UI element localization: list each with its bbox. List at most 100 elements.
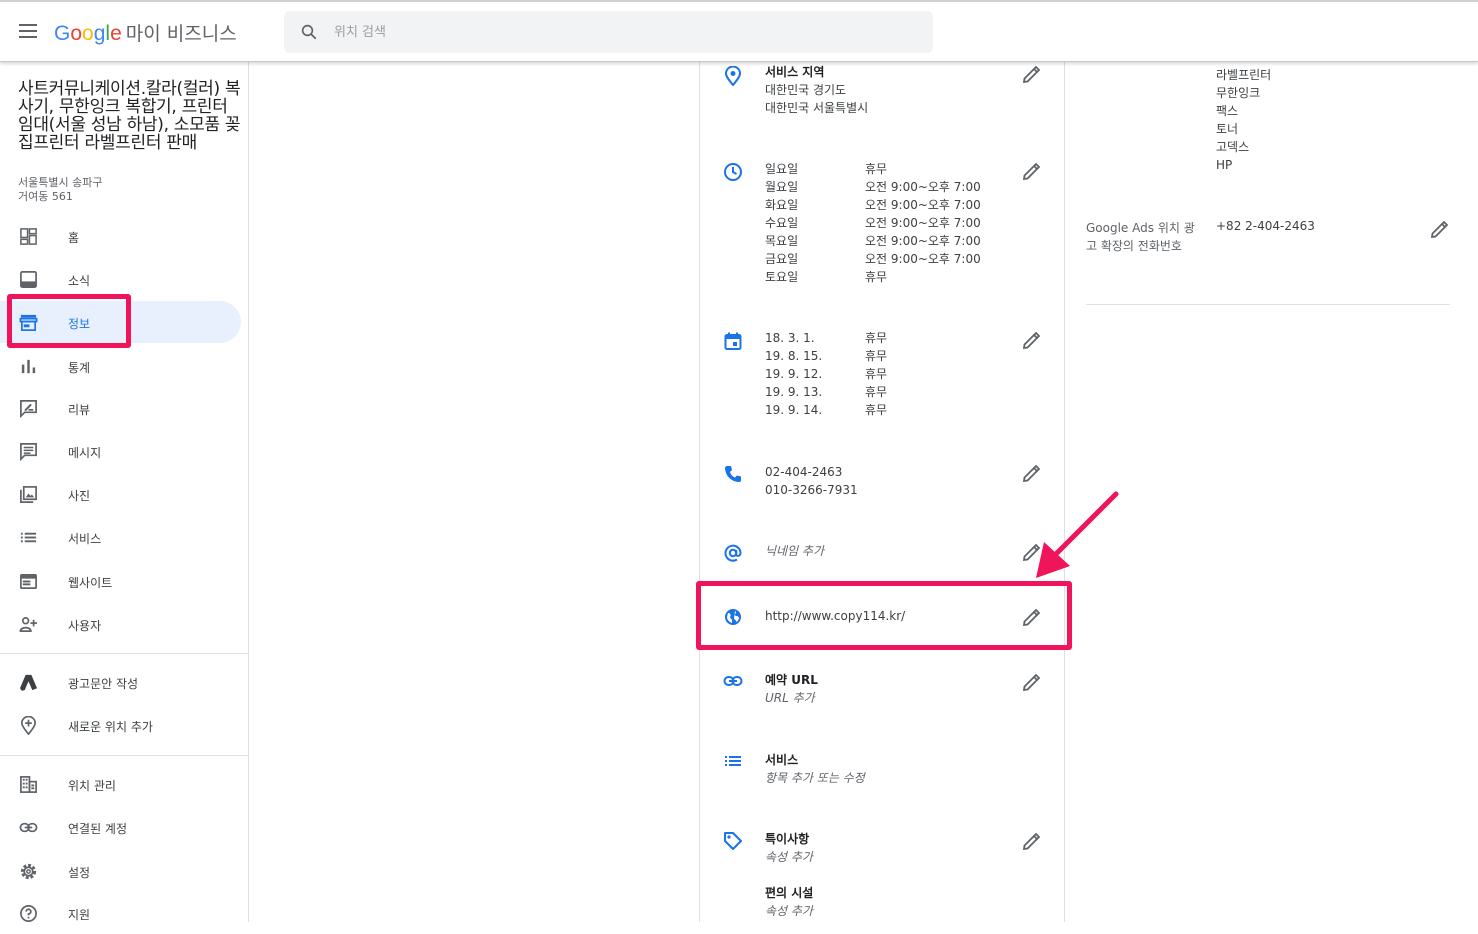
posts-icon	[20, 271, 37, 288]
sidebar-item-label: 메시지	[68, 446, 102, 460]
sidebar-item-label: 소식	[68, 274, 91, 288]
sidebar-item-label: 서비스	[68, 532, 102, 546]
product-item: 라벨프린터	[1216, 68, 1272, 82]
services-title: 서비스	[765, 753, 799, 767]
dashboard-icon	[20, 228, 37, 245]
search-input[interactable]	[334, 21, 894, 43]
sidebar-item-settings[interactable]: 설정	[0, 850, 241, 892]
calendar-icon	[724, 332, 742, 350]
attributes-title: 특이사항	[765, 832, 810, 846]
right-panel: 라벨프린터 무한잉크 팩스 토너 고덱스 HP Google Ads 위치 광고…	[1066, 62, 1478, 922]
sidebar-item-support[interactable]: 지원	[0, 892, 241, 934]
edit-icon[interactable]	[1021, 673, 1041, 693]
phone-icon	[725, 466, 741, 482]
amenities-title: 편의 시설	[765, 886, 814, 900]
booking-url-title: 예약 URL	[765, 673, 818, 687]
list-icon	[20, 532, 37, 543]
special-hours-entry: 19. 9. 13. 휴무	[765, 385, 888, 399]
sidebar-item-label: 위치 관리	[68, 779, 116, 793]
globe-icon	[725, 609, 741, 625]
hours-entry: 수요일 오전 9:00~오후 7:00	[765, 216, 981, 230]
special-hours-entry: 19. 9. 12. 휴무	[765, 367, 888, 381]
search-bar[interactable]	[284, 11, 933, 53]
edit-icon[interactable]	[1021, 832, 1041, 852]
sidebar-item-messages[interactable]: 메시지	[0, 430, 241, 472]
sidebar-item-users[interactable]: 사용자	[0, 603, 241, 645]
service-area-title: 서비스 지역	[765, 65, 825, 79]
edit-icon[interactable]	[1021, 331, 1041, 351]
sidebar-item-label: 설정	[68, 866, 91, 880]
brand-logo[interactable]: Google 마이 비즈니스	[54, 19, 237, 46]
hours-entry: 월요일 오전 9:00~오후 7:00	[765, 180, 981, 194]
building-icon	[20, 776, 37, 793]
sidebar-item-label: 지원	[68, 908, 91, 922]
photo-icon	[20, 486, 37, 503]
hours-entry: 목요일 오전 9:00~오후 7:00	[765, 234, 981, 248]
sidebar-item-label: 리뷰	[68, 403, 91, 417]
message-icon	[20, 443, 37, 461]
sidebar-item-photos[interactable]: 사진	[0, 473, 241, 515]
sidebar-item-reviews[interactable]: 리뷰	[0, 387, 241, 429]
sidebar-item-insights[interactable]: 통계	[0, 345, 241, 387]
edit-icon[interactable]	[1021, 65, 1041, 85]
phone-number: 02-404-2463	[765, 465, 843, 479]
business-address: 서울특별시 송파구 거여동 561	[18, 176, 103, 203]
product-item: 토너	[1216, 122, 1239, 136]
sidebar-item-services[interactable]: 서비스	[0, 516, 241, 558]
website-url[interactable]: http://www.copy114.kr/	[765, 607, 905, 625]
service-area-line: 대한민국 서울특별시	[765, 101, 869, 115]
sidebar-item-add-location[interactable]: 새로운 위치 추가	[0, 704, 241, 746]
section-divider	[1086, 304, 1450, 305]
special-hours-entry: 18. 3. 1. 휴무	[765, 331, 888, 345]
tag-icon	[724, 832, 742, 850]
info-panel: 서비스 지역 대한민국 경기도 대한민국 서울특별시 일요일 휴무 월요일 오전 9…	[699, 62, 1065, 922]
sidebar-item-posts[interactable]: 소식	[0, 258, 241, 300]
sidebar-item-label: 정보	[68, 317, 91, 331]
special-hours-entry: 19. 9. 14. 휴무	[765, 403, 888, 417]
edit-icon[interactable]	[1021, 464, 1041, 484]
service-area-line: 대한민국 경기도	[765, 83, 847, 97]
special-hours-entry: 19. 8. 15. 휴무	[765, 349, 888, 363]
special-hours-list: 18. 3. 1. 휴무 19. 8. 15. 휴무 19. 9. 12. 휴무 19…	[765, 329, 887, 419]
person-add-icon	[19, 616, 38, 633]
edit-icon[interactable]	[1429, 220, 1449, 240]
phone-number: 010-3266-7931	[765, 483, 858, 497]
list-icon	[725, 756, 741, 766]
add-location-icon	[20, 716, 37, 735]
at-sign-icon	[724, 544, 742, 562]
hours-entry: 일요일 휴무	[765, 162, 888, 176]
product-item: HP	[1216, 158, 1233, 172]
link-icon	[19, 822, 38, 833]
sidebar-item-info[interactable]: 정보	[0, 301, 241, 343]
sidebar-divider	[0, 755, 248, 756]
product-name: 마이 비즈니스	[125, 23, 237, 45]
sidebar-item-label: 연결된 계정	[68, 822, 128, 836]
sidebar-divider	[0, 653, 248, 654]
sidebar: 사트커뮤니케이션.칼라(컬러) 복사기, 무한잉크 복합기, 프린터 임대(서울…	[0, 62, 249, 922]
google-ads-icon	[19, 674, 38, 691]
location-pin-icon	[724, 66, 742, 86]
booking-url-placeholder: URL 추가	[765, 691, 815, 705]
products-list: 라벨프린터 무한잉크 팩스 토너 고덱스 HP	[1216, 54, 1271, 174]
product-item: 고덱스	[1216, 140, 1250, 154]
storefront-icon	[19, 314, 38, 331]
attributes-placeholder: 속성 추가	[765, 850, 813, 864]
web-icon	[20, 573, 37, 590]
menu-icon[interactable]	[19, 24, 37, 38]
clock-icon	[724, 163, 742, 181]
edit-icon[interactable]	[1021, 543, 1041, 563]
sidebar-item-manage-locations[interactable]: 위치 관리	[0, 763, 241, 805]
hours-entry: 토요일 휴무	[765, 270, 888, 284]
sidebar-item-linked-accounts[interactable]: 연결된 계정	[0, 806, 241, 848]
link-icon	[723, 676, 743, 686]
sidebar-item-website[interactable]: 웹사이트	[0, 560, 241, 602]
ads-phone-label: Google Ads 위치 광고 확장의 전화번호	[1086, 221, 1195, 253]
hours-list: 일요일 휴무 월요일 오전 9:00~오후 7:00 화요일 오전 9:00~오후 7…	[765, 160, 981, 286]
help-icon	[20, 905, 37, 922]
edit-icon[interactable]	[1021, 162, 1041, 182]
sidebar-item-home[interactable]: 홈	[0, 215, 241, 257]
sidebar-item-label: 통계	[68, 361, 91, 375]
edit-icon[interactable]	[1021, 608, 1041, 628]
sidebar-item-label: 홈	[68, 231, 80, 245]
sidebar-item-create-ad[interactable]: 광고문안 작성	[0, 661, 241, 703]
